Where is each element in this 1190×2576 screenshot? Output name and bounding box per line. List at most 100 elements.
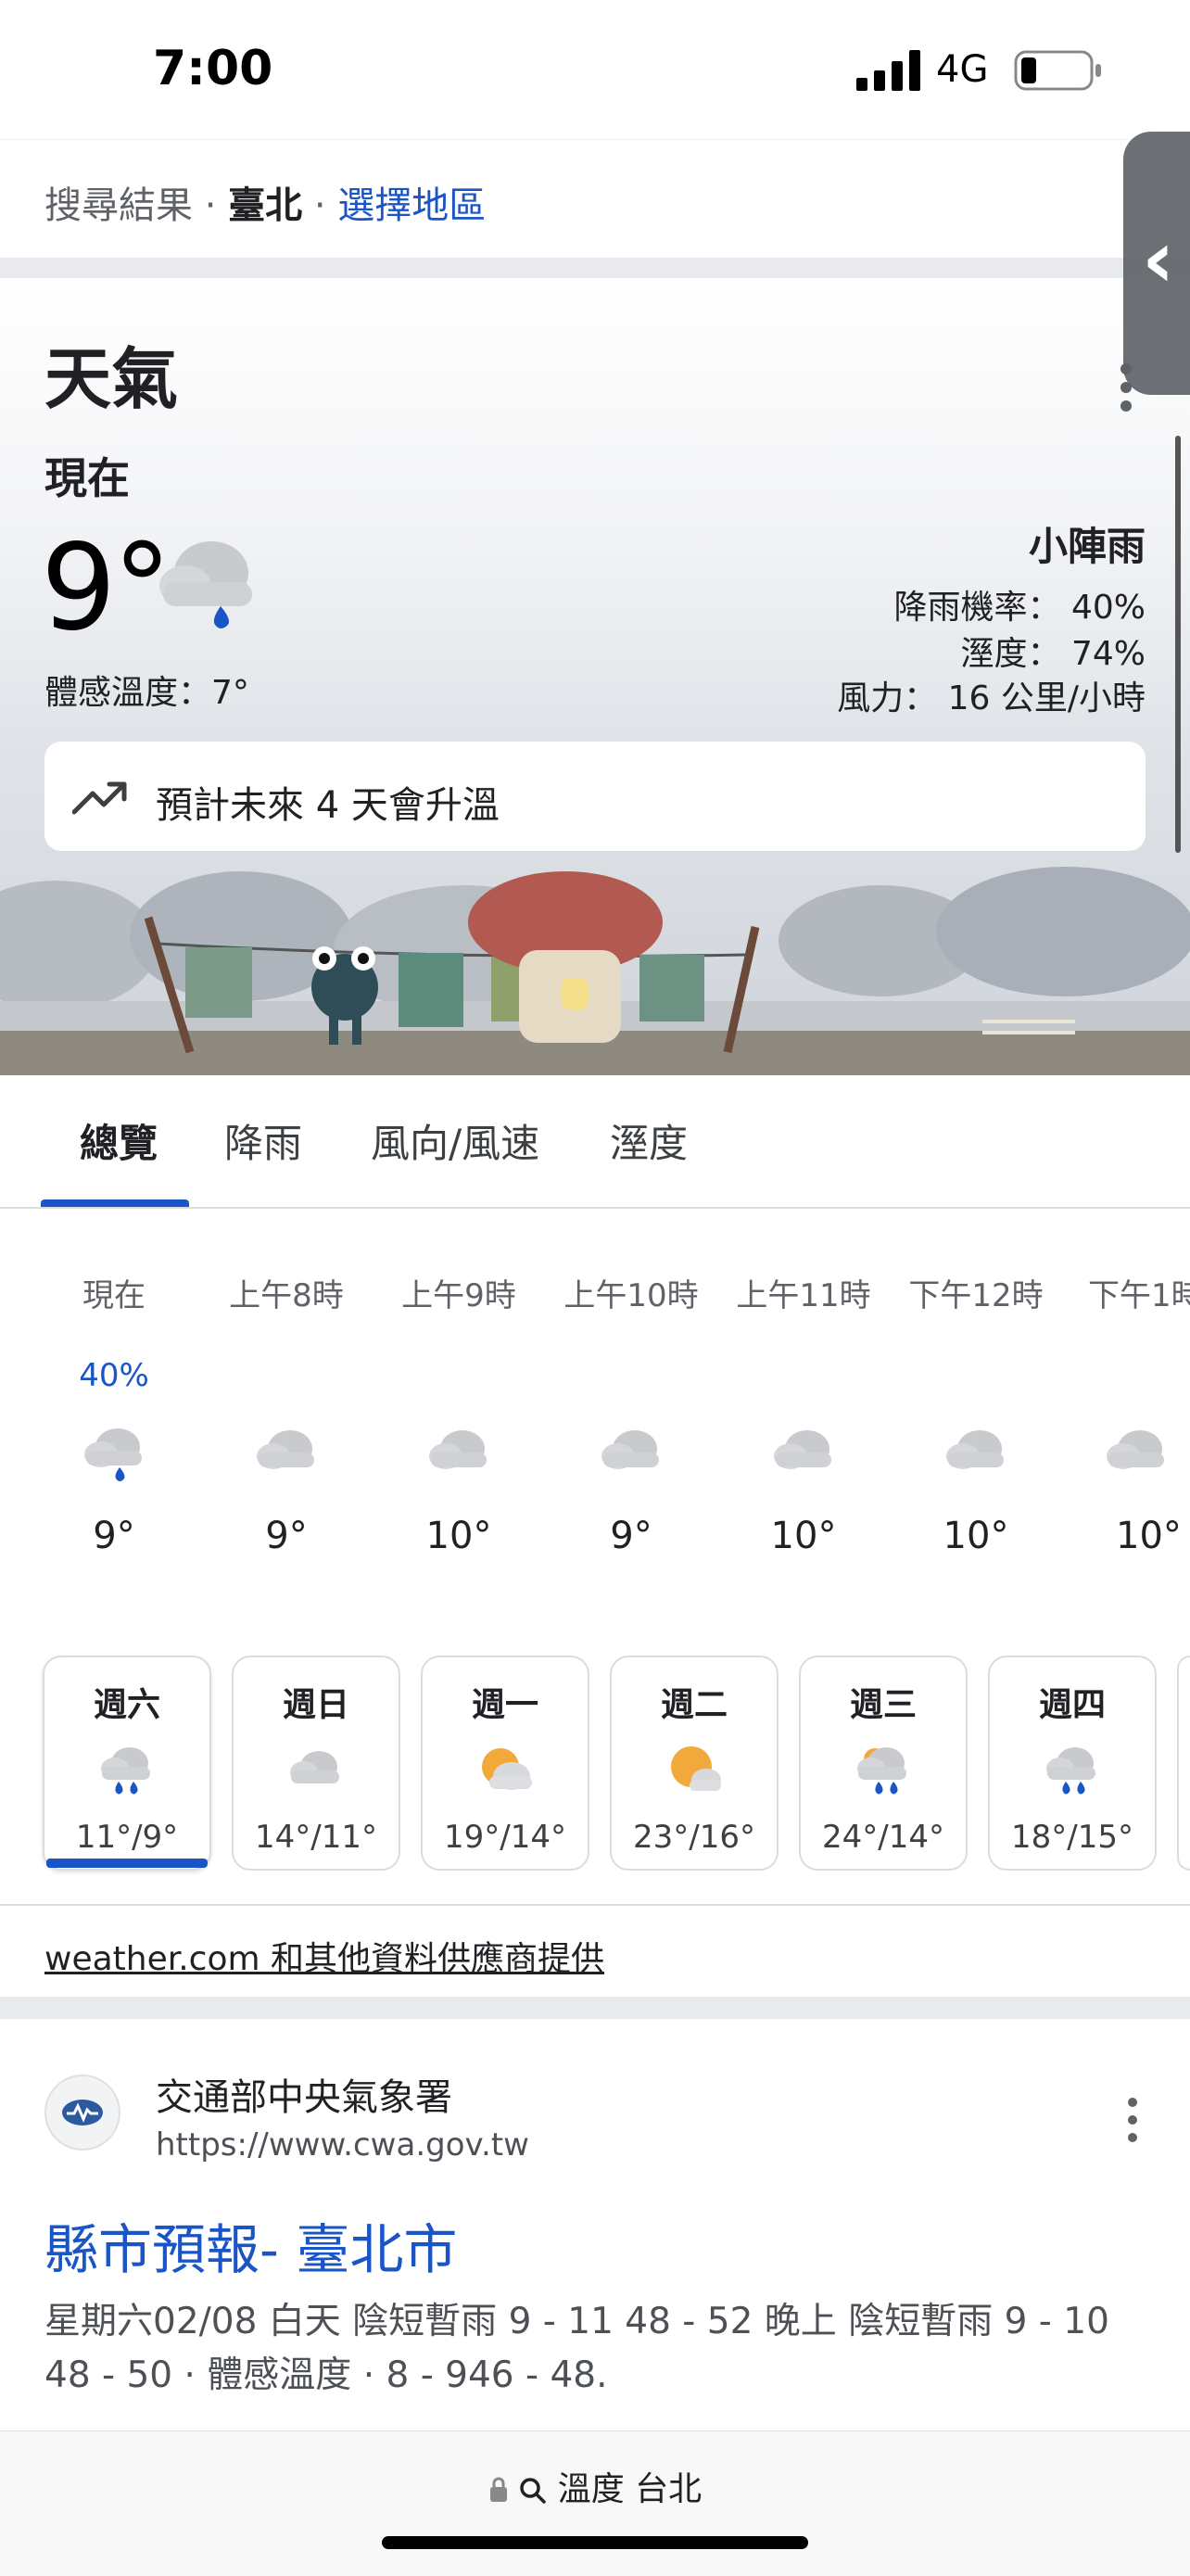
day-card[interactable]: 週二 23°/16° (610, 1656, 779, 1871)
hour-precip: 40% (79, 1357, 149, 1394)
divider (0, 1904, 1190, 1906)
weather-tabs: 總覽 降雨 風向/風速 溼度 (0, 1075, 1190, 1209)
tab-wind[interactable]: 風向/風速 (371, 1112, 539, 1169)
status-time: 7:00 (153, 41, 273, 96)
breadcrumb-separator: · (204, 184, 229, 227)
result-snippet: 星期六02/08 白天 陰短暫雨 9 - 11 48 - 52 晚上 陰短暫雨 … (44, 2301, 1109, 2396)
cloud-icon (774, 1430, 831, 1469)
day-name: 週二 (660, 1686, 728, 1724)
partly-sunny-icon (482, 1748, 532, 1790)
day-temp-range: 11°/9° (75, 1819, 179, 1856)
breadcrumb: 搜尋結果 · 臺北 · 選擇地區 (0, 139, 1190, 259)
chevron-left-icon[interactable]: ‹ (1142, 213, 1174, 306)
day-card[interactable]: 週三 24°/14° (799, 1656, 968, 1871)
hour-precip (373, 1342, 545, 1409)
hourly-item[interactable]: 下午1時 10° (1062, 1270, 1190, 1557)
day-card-partial[interactable] (1177, 1656, 1190, 1871)
day-card[interactable]: 週六 11°/9° (43, 1656, 211, 1871)
address-field[interactable]: 溫度 台北 (0, 2462, 1190, 2510)
day-name: 週一 (471, 1686, 538, 1724)
day-card[interactable]: 週日 14°/11° (232, 1656, 400, 1871)
tab-precipitation[interactable]: 降雨 (224, 1112, 302, 1169)
hourly-item[interactable]: 上午9時 10° (373, 1270, 545, 1557)
hour-precip (890, 1342, 1062, 1409)
day-temp-range: 23°/16° (633, 1819, 755, 1856)
active-tab-indicator (41, 1199, 189, 1207)
cloud-icon (429, 1430, 487, 1469)
hourly-item[interactable]: 上午11時 10° (717, 1270, 890, 1557)
battery-icon (1014, 50, 1101, 91)
trend-text: 預計未來 4 天會升溫 (156, 784, 500, 827)
cloud-icon (290, 1751, 339, 1783)
precipitation-label: 降雨機率： (893, 589, 1061, 627)
trending-up-icon (72, 781, 127, 815)
day-temp-range: 24°/14° (822, 1819, 944, 1856)
breadcrumb-search-results: 搜尋結果 (44, 184, 193, 227)
cloud-icon (1107, 1430, 1164, 1469)
rain-cloud-icon (857, 1747, 906, 1795)
cwa-logo-icon (62, 2100, 103, 2126)
hour-label: 上午8時 (229, 1277, 344, 1314)
tab-overview[interactable]: 總覽 (80, 1112, 158, 1169)
hour-label: 下午1時 (1088, 1277, 1190, 1314)
hourly-item[interactable]: 下午12時 10° (890, 1270, 1062, 1557)
result-url[interactable]: https://www.cwa.gov.tw (156, 2126, 529, 2164)
lock-icon (489, 2477, 507, 2502)
cloud-icon (601, 1430, 659, 1469)
scrollbar[interactable] (1175, 436, 1181, 853)
hour-temp: 10° (1116, 1515, 1182, 1557)
data-attribution-link[interactable]: weather.com 和其他資料供應商提供 (44, 1932, 604, 1980)
partly-sunny-icon (671, 1746, 721, 1791)
search-icon (520, 2478, 547, 2504)
hour-temp: 10° (943, 1515, 1009, 1557)
humidity-detail: 溼度： 74% (961, 627, 1146, 675)
wind-label: 風力： (837, 679, 938, 717)
hourly-item[interactable]: 上午8時 9° (200, 1270, 373, 1557)
hour-label: 現在 (82, 1277, 146, 1314)
precipitation-detail: 降雨機率： 40% (894, 580, 1146, 628)
hour-label: 上午9時 (401, 1277, 516, 1314)
hour-precip (1062, 1342, 1190, 1409)
day-temp-range: 14°/11° (255, 1819, 377, 1856)
breadcrumb-separator: · (313, 184, 338, 227)
rain-cloud-icon (101, 1747, 150, 1795)
day-card[interactable]: 週一 19°/14° (421, 1656, 589, 1871)
rain-cloud-icon (84, 1428, 142, 1481)
section-divider (0, 1997, 1190, 2019)
hour-precip (545, 1342, 717, 1409)
day-name: 週四 (1038, 1686, 1106, 1724)
hour-precip (200, 1342, 373, 1409)
weather-illustration (0, 867, 1190, 1075)
breadcrumb-city: 臺北 (228, 184, 303, 227)
rain-cloud-icon (159, 541, 252, 628)
day-temp-range: 19°/14° (444, 1819, 566, 1856)
hour-precip (717, 1342, 890, 1409)
precipitation-value: 40% (1070, 589, 1146, 627)
current-temperature: 9° (41, 519, 171, 657)
hour-temp: 9° (93, 1515, 135, 1557)
section-divider (0, 258, 1190, 278)
network-label: 4G (936, 48, 989, 91)
humidity-value: 74% (1070, 635, 1146, 673)
humidity-label: 溼度： (960, 635, 1061, 673)
tab-humidity[interactable]: 溼度 (610, 1112, 688, 1169)
address-text: 溫度 台北 (557, 2470, 703, 2508)
result-title-link[interactable]: 縣市預報- 臺北市 (44, 2206, 457, 2284)
hour-label: 上午10時 (563, 1277, 699, 1314)
home-indicator[interactable] (382, 2536, 808, 2549)
day-card[interactable]: 週四 18°/15° (988, 1656, 1157, 1871)
result-site-name[interactable]: 交通部中央氣象署 (156, 2067, 452, 2121)
hour-temp: 9° (265, 1515, 308, 1557)
rain-cloud-icon (1046, 1747, 1095, 1795)
hourly-item[interactable]: 現在 40% 9° (28, 1270, 200, 1557)
day-name: 週三 (849, 1686, 917, 1724)
site-favicon[interactable] (44, 2075, 120, 2151)
wind-value: 16 公里/小時 (947, 679, 1146, 717)
hour-label: 上午11時 (736, 1277, 871, 1314)
choose-region-link[interactable]: 選擇地區 (337, 184, 486, 227)
now-label: 現在 (44, 453, 130, 503)
more-options-icon[interactable] (1123, 2095, 1142, 2145)
day-name: 週日 (282, 1686, 349, 1724)
hourly-item[interactable]: 上午10時 9° (545, 1270, 717, 1557)
day-temp-range: 18°/15° (1011, 1819, 1133, 1856)
